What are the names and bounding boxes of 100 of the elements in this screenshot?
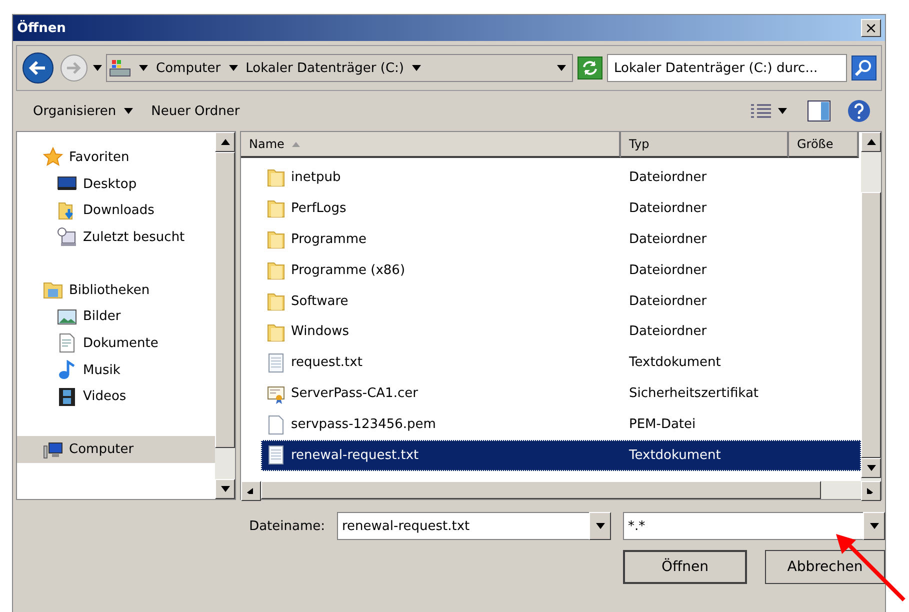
scroll-down-icon — [220, 486, 230, 492]
filename-label: Dateiname: — [249, 518, 325, 534]
dropdown-button[interactable] — [589, 512, 611, 540]
file-name: Software — [291, 294, 348, 308]
file-name: ServerPass-CA1.cer — [291, 386, 418, 402]
search-field[interactable]: Lokaler Datenträger (C:) durc... — [607, 54, 847, 82]
sidebar-item[interactable]: Bibliotheken — [17, 276, 215, 304]
column-header[interactable]: Typ — [621, 132, 789, 158]
file-row[interactable]: Windows Dateiordner — [261, 316, 861, 348]
folder-icon — [267, 322, 285, 342]
sort-arrow-icon — [292, 142, 300, 146]
file-name: request.txt — [291, 355, 362, 370]
sidebar-item[interactable]: Videos — [17, 384, 215, 410]
file-type: Dateiordner — [629, 262, 707, 278]
caret-icon — [870, 523, 878, 529]
file-name: Windows — [291, 324, 350, 340]
drive-icon — [109, 58, 131, 78]
dialog-button[interactable]: Öffnen — [623, 550, 747, 584]
text-file-icon — [267, 352, 285, 373]
film-strip-icon — [57, 386, 77, 407]
file-type-field[interactable]: *.* — [623, 512, 863, 540]
caret-icon — [412, 65, 422, 71]
window-title: Öffnen — [17, 20, 66, 36]
scroll-left-icon — [246, 488, 256, 494]
file-name: Programme — [291, 232, 367, 247]
file-type: Dateiordner — [629, 200, 707, 216]
file-type: Sicherheitszertifikat — [629, 386, 759, 402]
view-list-icon[interactable] — [750, 103, 772, 119]
sidebar-item[interactable]: Dokumente — [17, 330, 215, 357]
dialog-button[interactable]: Abbrechen — [764, 550, 885, 584]
dropdown-button[interactable] — [863, 512, 885, 540]
toolbar-button[interactable]: Neuer Ordner — [145, 100, 246, 122]
library-folder-icon — [43, 280, 63, 300]
folder-icon — [267, 229, 285, 250]
scroll-down-icon — [866, 465, 876, 471]
file-name: renewal-request.txt — [291, 448, 419, 463]
computer-icon — [43, 440, 63, 460]
scrollbar[interactable] — [215, 132, 235, 499]
document-icon — [57, 333, 77, 354]
text-file-icon — [267, 445, 285, 466]
file-type: Textdokument — [629, 448, 721, 463]
file-row[interactable]: Programme (x86) Dateiordner — [261, 254, 861, 286]
view-caret-icon — [778, 108, 787, 114]
breadcrumb-item[interactable]: Lokaler Datenträger (C:) — [246, 60, 404, 76]
breadcrumb-item[interactable]: Computer — [156, 60, 221, 76]
file-row[interactable]: inetpub Dateiordner — [261, 162, 861, 193]
sidebar-item[interactable]: Desktop — [17, 170, 215, 198]
file-type: Dateiordner — [629, 324, 707, 340]
file-type: PEM-Datei — [629, 417, 696, 432]
folder-icon — [267, 198, 285, 218]
file-row[interactable]: request.txt Textdokument — [261, 347, 861, 378]
filename-field[interactable]: renewal-request.txt — [337, 512, 589, 540]
sidebar-item[interactable]: Zuletzt besucht — [17, 224, 215, 251]
history-caret-icon — [93, 65, 102, 71]
toolbar-button[interactable]: Organisieren — [27, 100, 140, 122]
file-type: Textdokument — [629, 355, 721, 370]
folder-icon — [267, 167, 285, 188]
file-name: servpass-123456.pem — [291, 417, 436, 432]
close-button[interactable]: × — [861, 19, 881, 37]
scrollbar[interactable] — [861, 132, 881, 481]
folder-icon — [267, 291, 285, 311]
file-row[interactable]: ServerPass-CA1.cer Sicherheitszertifikat — [261, 378, 861, 410]
image-icon — [57, 306, 77, 327]
sidebar-item[interactable]: Musik — [17, 356, 215, 384]
scroll-up-icon — [220, 139, 230, 145]
sidebar-item[interactable]: Favoriten — [17, 144, 215, 171]
file-type: Dateiordner — [629, 294, 707, 308]
caret-icon — [228, 65, 238, 71]
folder-icon — [267, 260, 285, 280]
file-row[interactable]: PerfLogs Dateiordner — [261, 192, 861, 224]
address-bar[interactable]: Computer Lokaler Datenträger (C:) — [106, 54, 573, 82]
column-header[interactable]: Name — [241, 132, 621, 158]
caret-icon — [139, 65, 148, 71]
caret-icon — [596, 523, 604, 529]
horizontal-scrollbar[interactable] — [241, 481, 881, 499]
file-row[interactable]: Software Dateiordner — [261, 286, 861, 316]
file-type: Dateiordner — [629, 170, 707, 185]
file-row[interactable]: Programme Dateiordner — [261, 224, 861, 255]
column-header[interactable]: Größe — [789, 132, 859, 158]
certificate-icon — [267, 384, 285, 404]
search-button[interactable] — [851, 55, 877, 81]
file-row[interactable]: servpass-123456.pem PEM-Datei — [261, 409, 861, 440]
help-icon[interactable] — [847, 99, 871, 123]
sidebar-item[interactable]: Computer — [17, 436, 215, 463]
file-icon — [267, 414, 285, 435]
file-name: Programme (x86) — [291, 262, 406, 278]
music-note-icon — [57, 360, 77, 380]
dropdown-caret-icon — [557, 65, 566, 71]
scroll-right-icon — [866, 488, 876, 494]
file-name: PerfLogs — [291, 200, 346, 216]
back-button[interactable] — [21, 51, 55, 85]
sidebar-item[interactable]: Downloads — [17, 197, 215, 224]
star-icon — [43, 147, 63, 168]
refresh-button[interactable] — [577, 56, 603, 80]
file-name: inetpub — [291, 170, 341, 185]
preview-pane-icon[interactable] — [807, 100, 831, 122]
recent-places-icon — [57, 227, 77, 248]
sidebar-item[interactable]: Bilder — [17, 303, 215, 330]
file-row[interactable]: renewal-request.txt Textdokument — [261, 440, 861, 471]
file-type: Dateiordner — [629, 232, 707, 247]
